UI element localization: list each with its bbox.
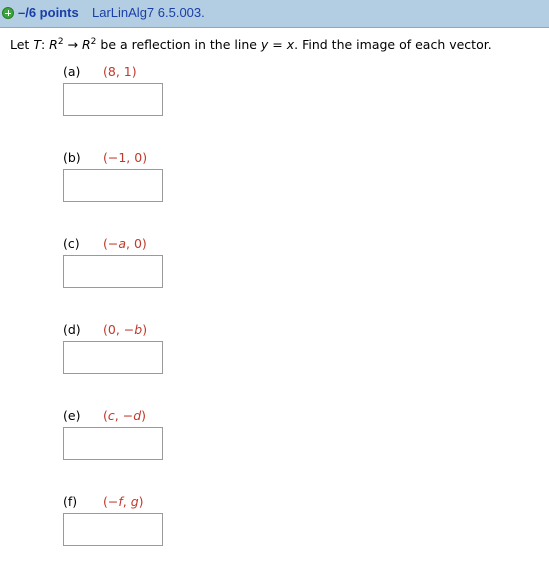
part-e: (e) (c, −d)	[63, 408, 146, 423]
problem-header: –/6 points LarLinAlg7 6.5.003.	[0, 0, 549, 28]
part-label: (e)	[63, 408, 81, 423]
question-symbol-r: R	[49, 37, 58, 52]
question-text-part: be a reflection in the line	[96, 37, 261, 52]
vector-text: (−	[103, 494, 119, 509]
vector-symbol: d	[133, 408, 142, 423]
vector-text: )	[138, 494, 144, 509]
plus-circle-icon[interactable]	[2, 7, 14, 19]
part-label: (a)	[63, 64, 81, 79]
part-vector: (−1, 0)	[103, 150, 147, 165]
vector-text: (−1, 0)	[103, 150, 148, 165]
answer-input-a[interactable]	[63, 83, 163, 116]
part-a: (a) (8, 1)	[63, 64, 137, 79]
part-c: (c) (−a, 0)	[63, 236, 147, 251]
vector-text: ,	[122, 494, 131, 509]
answer-input-f[interactable]	[63, 513, 163, 546]
vector-text: (0, −	[103, 322, 135, 337]
question-arrow: →	[63, 37, 82, 52]
question-symbol-t: T	[33, 37, 41, 52]
answer-input-e[interactable]	[63, 427, 163, 460]
question-text-part: Let	[10, 37, 34, 52]
part-vector: (8, 1)	[103, 64, 137, 79]
part-d: (d) (0, −b)	[63, 322, 147, 337]
part-label: (d)	[63, 322, 81, 337]
part-label: (f)	[63, 494, 78, 509]
part-label: (c)	[63, 236, 80, 251]
vector-text: (−	[103, 236, 119, 251]
vector-text: (8, 1)	[103, 64, 137, 79]
question-text-part: . Find the image of each vector.	[294, 37, 492, 52]
vector-symbol: c	[107, 408, 115, 423]
vector-text: )	[142, 322, 148, 337]
vector-text: , −	[114, 408, 134, 423]
problem-id: LarLinAlg7 6.5.003.	[92, 5, 205, 20]
part-vector: (0, −b)	[103, 322, 147, 337]
part-vector: (−f, g)	[103, 494, 144, 509]
question-text: Let T: R2 → R2 be a reflection in the li…	[10, 37, 492, 52]
part-f: (f) (−f, g)	[63, 494, 144, 509]
vector-symbol: a	[118, 236, 127, 251]
vector-text: )	[141, 408, 147, 423]
vector-symbol: g	[130, 494, 139, 509]
vector-text: , 0)	[126, 236, 147, 251]
answer-input-d[interactable]	[63, 341, 163, 374]
part-vector: (c, −d)	[103, 408, 146, 423]
answer-input-c[interactable]	[63, 255, 163, 288]
part-label: (b)	[63, 150, 81, 165]
part-b: (b) (−1, 0)	[63, 150, 147, 165]
vector-symbol: b	[134, 322, 143, 337]
question-text-part: =	[268, 37, 287, 52]
webassign-problem: –/6 points LarLinAlg7 6.5.003. Let T: R2…	[0, 0, 549, 561]
part-vector: (−a, 0)	[103, 236, 147, 251]
points-label: –/6 points	[18, 5, 79, 20]
question-symbol-r: R	[81, 37, 91, 52]
question-text-part: :	[40, 37, 50, 52]
answer-input-b[interactable]	[63, 169, 163, 202]
